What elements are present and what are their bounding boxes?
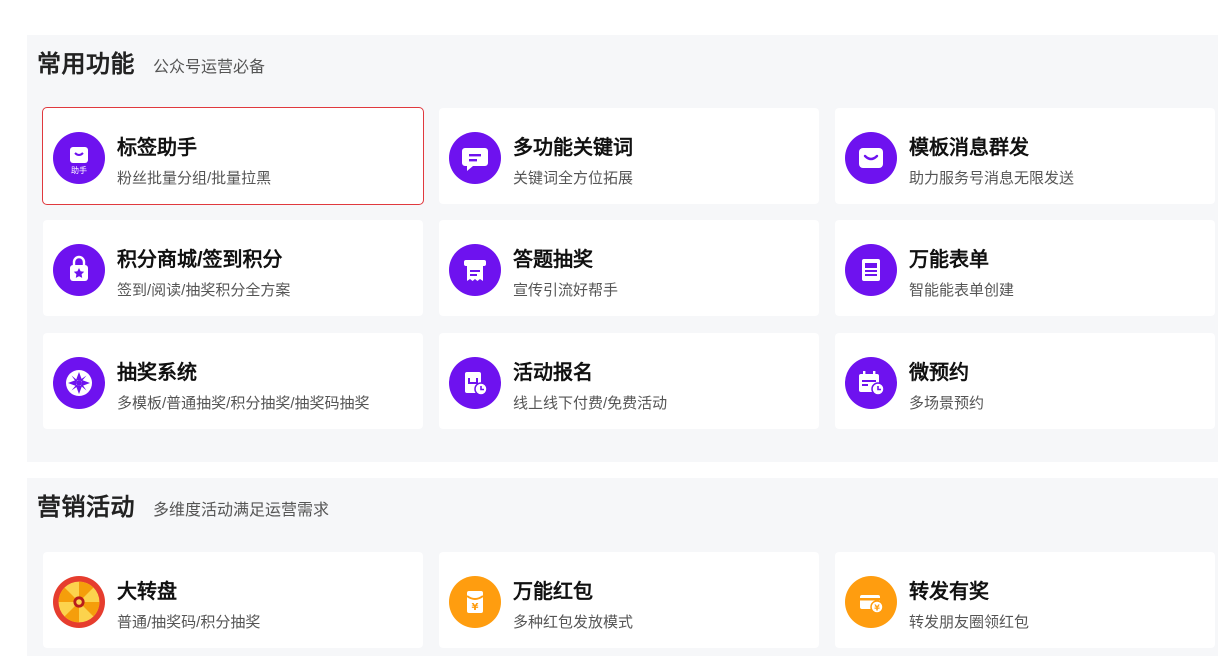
card-description: 多模板/普通抽奖/积分抽奖/抽奖码抽奖: [117, 395, 370, 412]
form-icon: [845, 244, 897, 296]
marketing-activities-section: 营销活动 多维度活动满足运营需求 大转盘 普通/抽奖码/积分抽奖 ¥ 万能红包 …: [27, 478, 1218, 656]
card-description: 宣传引流好帮手: [513, 282, 619, 299]
card-description: 助力服务号消息无限发送: [909, 170, 1075, 187]
feature-card-event-signup[interactable]: 活动报名 线上线下付费/免费活动: [439, 333, 819, 429]
feature-card-red-envelope[interactable]: ¥ 万能红包 多种红包发放模式: [439, 552, 819, 648]
card-title: 万能红包: [513, 581, 593, 603]
card-description: 多场景预约: [909, 395, 985, 412]
red-envelope-icon: ¥: [449, 576, 501, 628]
card-description: 多种红包发放模式: [513, 614, 634, 631]
feature-card-tag-assistant[interactable]: 助手 标签助手 粉丝批量分组/批量拉黑: [42, 107, 424, 205]
feature-card-big-wheel[interactable]: 大转盘 普通/抽奖码/积分抽奖: [43, 552, 423, 648]
feature-card-quiz-lottery[interactable]: 答题抽奖 宣传引流好帮手: [439, 220, 819, 316]
message-icon: [449, 132, 501, 184]
shopping-bag-icon: [53, 244, 105, 296]
common-features-section: 常用功能 公众号运营必备 助手 标签助手 粉丝批量分组/批量拉黑 多功能关键词 …: [27, 35, 1218, 462]
section-header: 常用功能 公众号运营必备: [37, 44, 265, 79]
card-title: 标签助手: [117, 137, 197, 159]
card-description: 签到/阅读/抽奖积分全方案: [117, 282, 291, 299]
svg-text:助手: 助手: [71, 165, 87, 175]
section-title: 常用功能: [37, 51, 135, 78]
lottery-wheel-icon: [53, 357, 105, 409]
feature-card-points-mall[interactable]: 积分商城/签到积分 签到/阅读/抽奖积分全方案: [43, 220, 423, 316]
card-description: 关键词全方位拓展: [513, 170, 634, 187]
card-title: 大转盘: [117, 581, 177, 603]
card-coin-icon: ¥: [845, 576, 897, 628]
prize-wheel-icon: [53, 576, 105, 628]
card-title: 万能表单: [909, 249, 989, 271]
card-description: 线上线下付费/免费活动: [513, 395, 668, 412]
card-title: 抽奖系统: [117, 362, 197, 384]
feature-card-share-reward[interactable]: ¥ 转发有奖 转发朋友圈领红包: [835, 552, 1215, 648]
section-subtitle: 公众号运营必备: [153, 59, 266, 76]
card-title: 多功能关键词: [513, 137, 633, 159]
feature-card-micro-booking[interactable]: 微预约 多场景预约: [835, 333, 1215, 429]
tag-assistant-icon: 助手: [53, 132, 105, 184]
receipt-icon: [449, 244, 501, 296]
card-title: 微预约: [909, 362, 969, 384]
signup-clock-icon: [449, 357, 501, 409]
smile-message-icon: [845, 132, 897, 184]
svg-text:¥: ¥: [874, 604, 880, 613]
feature-card-lottery-system[interactable]: 抽奖系统 多模板/普通抽奖/积分抽奖/抽奖码抽奖: [43, 333, 423, 429]
card-title: 积分商城/签到积分: [117, 249, 283, 271]
card-title: 转发有奖: [909, 581, 989, 603]
feature-card-template-message[interactable]: 模板消息群发 助力服务号消息无限发送: [835, 108, 1215, 204]
card-description: 智能能表单创建: [909, 282, 1015, 299]
section-header: 营销活动 多维度活动满足运营需求: [37, 487, 329, 522]
feature-card-universal-form[interactable]: 万能表单 智能能表单创建: [835, 220, 1215, 316]
feature-card-multi-keyword[interactable]: 多功能关键词 关键词全方位拓展: [439, 108, 819, 204]
calendar-clock-icon: [845, 357, 897, 409]
section-title: 营销活动: [37, 494, 135, 521]
card-title: 模板消息群发: [909, 137, 1029, 159]
svg-text:¥: ¥: [472, 602, 479, 613]
card-description: 普通/抽奖码/积分抽奖: [117, 614, 261, 631]
card-description: 转发朋友圈领红包: [909, 614, 1030, 631]
section-subtitle: 多维度活动满足运营需求: [153, 502, 330, 519]
card-title: 答题抽奖: [513, 249, 593, 271]
card-title: 活动报名: [513, 362, 593, 384]
card-description: 粉丝批量分组/批量拉黑: [117, 170, 272, 187]
